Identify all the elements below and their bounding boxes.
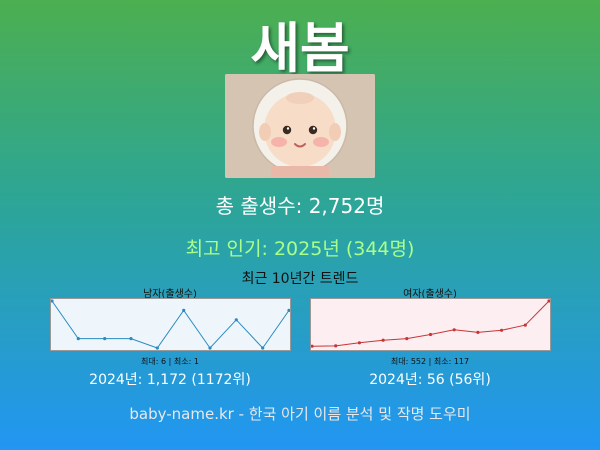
female-data-point [334, 344, 338, 348]
female-data-point [428, 332, 433, 337]
male-data-point [155, 346, 159, 350]
female-trend-chart [310, 298, 551, 351]
male-data-point [129, 337, 133, 341]
baby-avatar [225, 74, 375, 178]
female-data-point [381, 338, 385, 342]
total-births: 총 출생수: 2,752명 [215, 194, 385, 218]
male-2024-stat: 2024년: 1,172 (1172위) [89, 372, 251, 388]
peak-popularity: 최고 인기: 2025년 (344명) [185, 238, 415, 260]
female-data-point [311, 344, 314, 348]
female-data-point [500, 328, 504, 332]
female-data-point [476, 330, 480, 334]
male-data-point [234, 318, 238, 322]
male-series-line [51, 300, 290, 349]
female-minmax: 최대: 552 | 최소: 117 [390, 357, 470, 366]
male-data-point [182, 308, 186, 312]
name-title: 새봄 [250, 17, 350, 80]
male-data-point [76, 337, 80, 341]
female-data-point [405, 337, 409, 341]
male-data-point [103, 337, 107, 341]
female-data-point [523, 323, 527, 327]
male-data-point [208, 346, 212, 350]
female-data-point [357, 341, 361, 345]
male-data-point [261, 346, 265, 350]
baby-face-icon [225, 74, 375, 178]
female-2024-stat: 2024년: 56 (56위) [369, 372, 491, 388]
female-data-point [452, 328, 456, 332]
site-footer: baby-name.kr - 한국 아기 이름 분석 및 작명 도우미 [129, 405, 471, 423]
male-minmax: 최대: 6 | 최소: 1 [141, 357, 199, 366]
male-trend-svg [51, 299, 290, 350]
female-series-line [311, 300, 550, 347]
male-trend-chart [50, 298, 291, 351]
female-trend-svg [311, 299, 550, 348]
